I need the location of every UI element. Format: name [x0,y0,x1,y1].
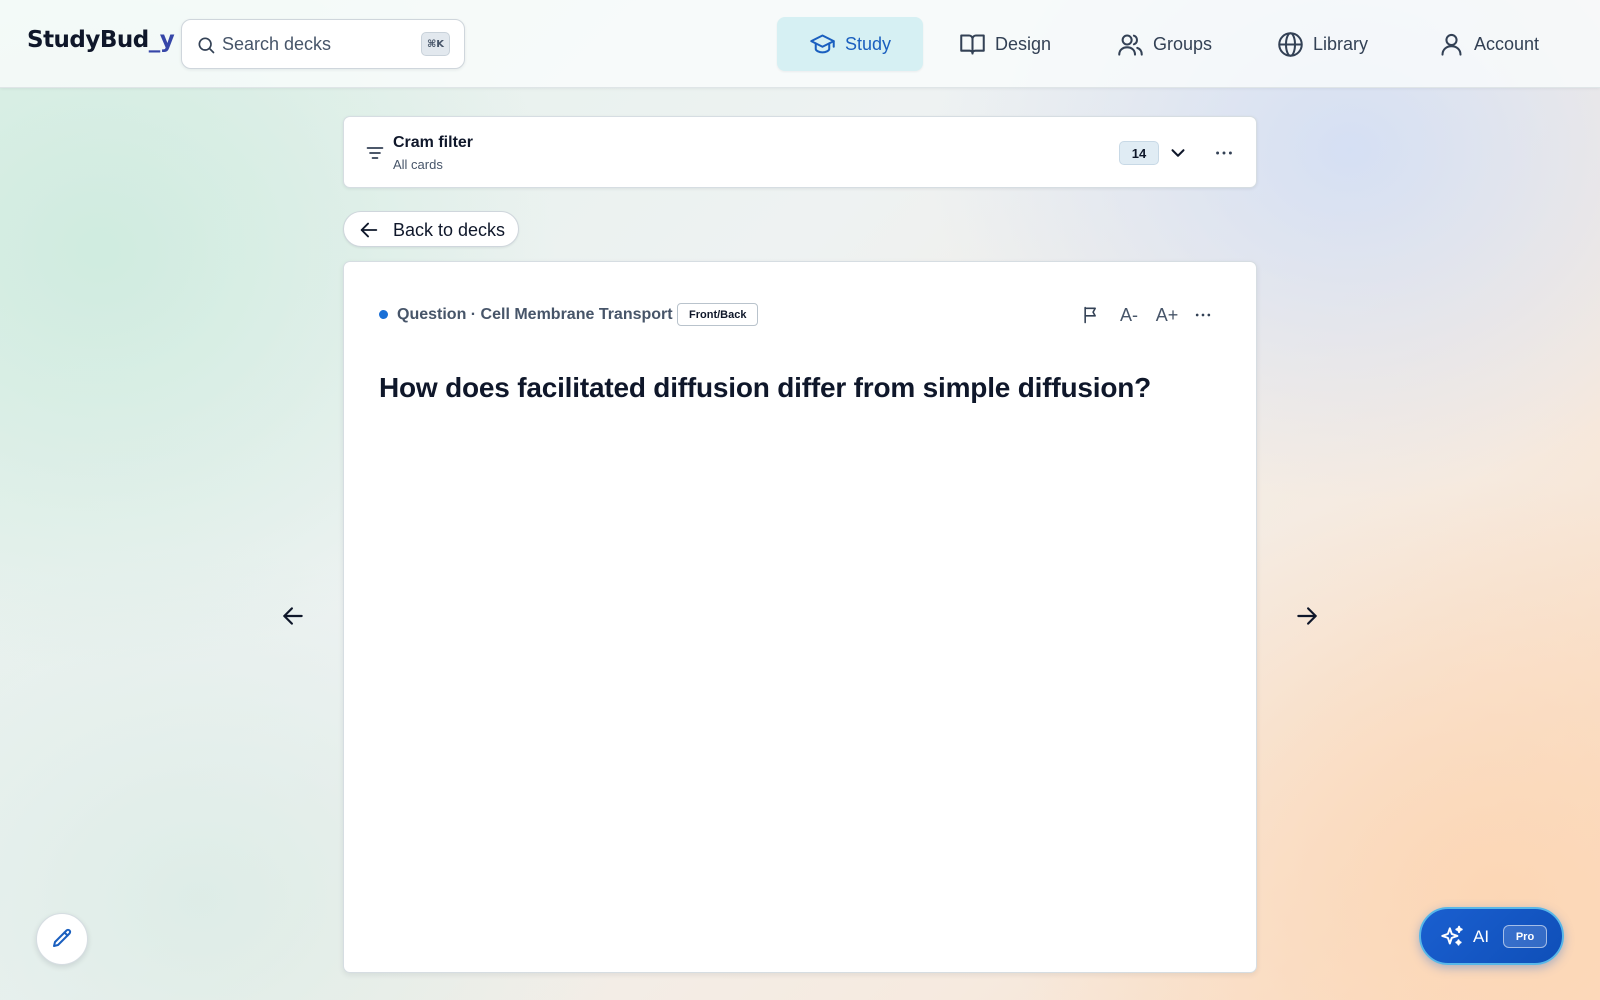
nav-item-library[interactable]: Library [1245,17,1400,71]
open-book-icon [960,33,985,55]
edit-card-button[interactable] [36,913,88,965]
search-box[interactable]: ⌘K [181,19,465,69]
flashcard[interactable]: Question · Cell Membrane Transport Front… [343,261,1257,973]
filter-title: Cram filter [393,134,474,151]
nav-label-study: Study [844,33,891,54]
pencil-icon [53,928,72,947]
nav-item-account[interactable]: Account [1406,17,1571,71]
ai-button-label: AI [1473,927,1490,946]
user-icon [1441,33,1462,56]
globe-icon [1278,31,1303,57]
search-icon [198,37,215,54]
flag-icon [1084,306,1096,324]
logo-text: StudyBud [27,27,149,53]
previous-card-arrow-icon[interactable] [280,603,306,629]
nav-label-account: Account [1474,33,1540,54]
top-bar: StudyBud_y ⌘K Study Design Groups Librar… [0,0,1600,88]
nav-item-design[interactable]: Design [927,17,1083,71]
filter-subtitle: All cards [393,157,443,172]
sparkles-icon [1441,925,1463,946]
increase-font-button[interactable]: A+ [1153,302,1181,328]
more-horizontal-icon [1195,313,1211,317]
decrease-font-button[interactable]: A- [1115,302,1143,328]
card-meta-label: Question · Cell Membrane Transport [397,306,673,323]
nav-label-library: Library [1313,33,1369,54]
cram-filter-panel[interactable]: Cram filter All cards 14 [343,116,1257,188]
more-horizontal-icon[interactable] [1213,142,1235,164]
ai-assistant-button[interactable]: AI Pro [1419,907,1564,965]
card-more-button[interactable] [1192,302,1214,328]
search-input[interactable] [222,30,402,58]
status-dot [379,310,388,319]
back-button-label: Back to decks [393,220,506,240]
keyboard-shortcut-badge: ⌘K [421,32,450,56]
chevron-down-icon[interactable] [1167,142,1189,164]
arrow-left-icon [360,222,378,238]
next-card-arrow-icon[interactable] [1294,603,1320,629]
nav-label-design: Design [995,33,1052,54]
back-to-decks-button[interactable]: Back to decks [343,211,519,247]
card-type-badge: Front/Back [677,303,759,326]
card-question-text: How does facilitated diffusion differ fr… [379,372,1152,403]
app-logo[interactable]: StudyBud_y [27,27,175,53]
pro-badge: Pro [1503,925,1547,948]
flag-button[interactable] [1080,302,1102,328]
nav-item-groups[interactable]: Groups [1085,17,1244,71]
nav-item-study[interactable]: Study [777,17,923,71]
users-icon [1118,33,1143,56]
filter-lines-icon [366,147,384,159]
graduation-cap-icon [810,33,835,53]
logo-accent-text: _y [148,27,175,53]
nav-label-groups: Groups [1153,33,1213,54]
card-count-badge: 14 [1119,141,1159,165]
